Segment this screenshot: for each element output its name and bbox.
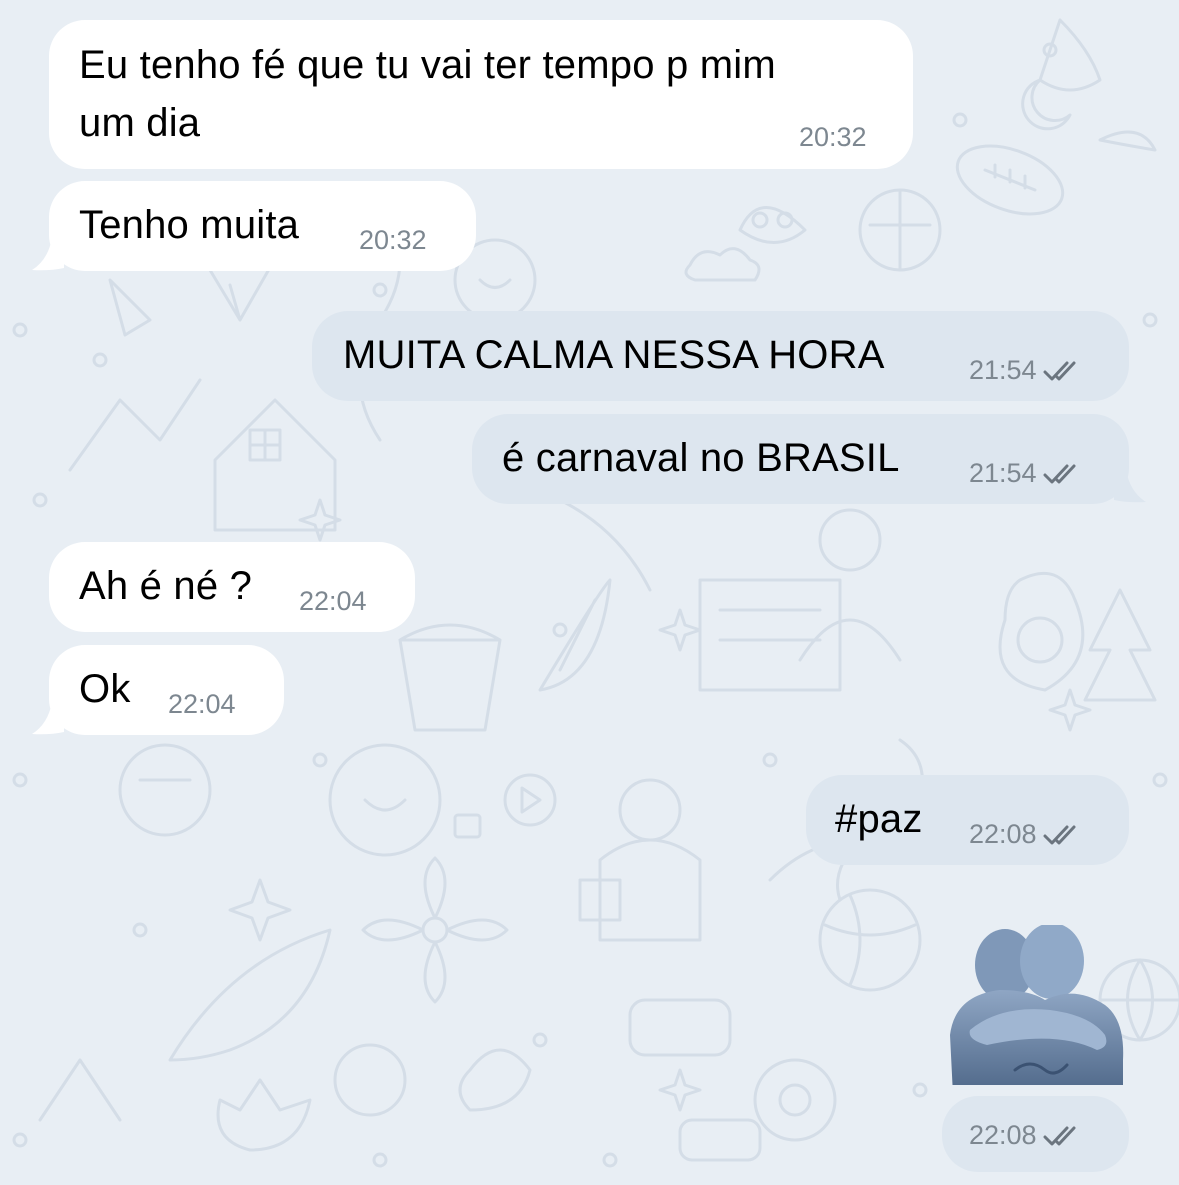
message-text: é carnaval no BRASIL	[502, 436, 900, 480]
message-meta: 22:04	[168, 689, 236, 720]
message-time: 20:32	[359, 225, 427, 255]
message-text: Tenho muita	[79, 203, 300, 247]
message-text-line: Eu tenho fé que tu vai ter tempo p mim	[79, 43, 776, 87]
message-text: Ok	[79, 667, 131, 711]
message-bubble-incoming[interactable]: Ah é né ? 22:04	[49, 542, 415, 632]
message-time: 22:04	[168, 689, 236, 719]
message-meta: 22:08	[969, 819, 1083, 850]
double-check-icon	[1043, 463, 1083, 485]
double-check-icon	[1043, 824, 1083, 846]
message-time: 22:04	[299, 586, 367, 616]
double-check-icon	[1043, 360, 1083, 382]
message-bubble-outgoing[interactable]: MUITA CALMA NESSA HORA 21:54	[312, 311, 1129, 401]
bubble-tail	[32, 238, 64, 271]
message-meta: 21:54	[969, 458, 1083, 489]
message-meta: 21:54	[969, 355, 1083, 386]
message-text-line: um dia	[79, 101, 201, 145]
message-meta: 22:08	[969, 1120, 1083, 1151]
message-time: 21:54	[969, 355, 1037, 385]
double-check-icon	[1043, 1125, 1083, 1147]
bubble-tail	[1114, 470, 1146, 503]
message-time: 22:08	[969, 819, 1037, 849]
message-time: 22:08	[969, 1120, 1037, 1150]
message-bubble-incoming[interactable]: Eu tenho fé que tu vai ter tempo p mim u…	[49, 20, 913, 169]
message-bubble-incoming[interactable]: Tenho muita 20:32	[49, 181, 476, 271]
message-meta: 22:04	[299, 586, 367, 617]
message-bubble-incoming[interactable]: Ok 22:04	[49, 645, 284, 735]
message-meta: 20:32	[799, 122, 867, 153]
message-time: 21:54	[969, 458, 1037, 488]
sticker-time-badge: 22:08	[942, 1096, 1129, 1172]
bubble-tail	[32, 702, 64, 735]
message-time: 20:32	[799, 122, 867, 152]
message-text: MUITA CALMA NESSA HORA	[343, 333, 885, 377]
message-bubble-outgoing[interactable]: é carnaval no BRASIL 21:54	[472, 414, 1129, 504]
message-bubble-outgoing[interactable]: #paz 22:08	[806, 775, 1129, 865]
message-text: Ah é né ?	[79, 564, 253, 608]
message-text: #paz	[835, 797, 923, 841]
people-hugging-emoji[interactable]	[940, 925, 1126, 1085]
message-meta: 20:32	[359, 225, 427, 256]
